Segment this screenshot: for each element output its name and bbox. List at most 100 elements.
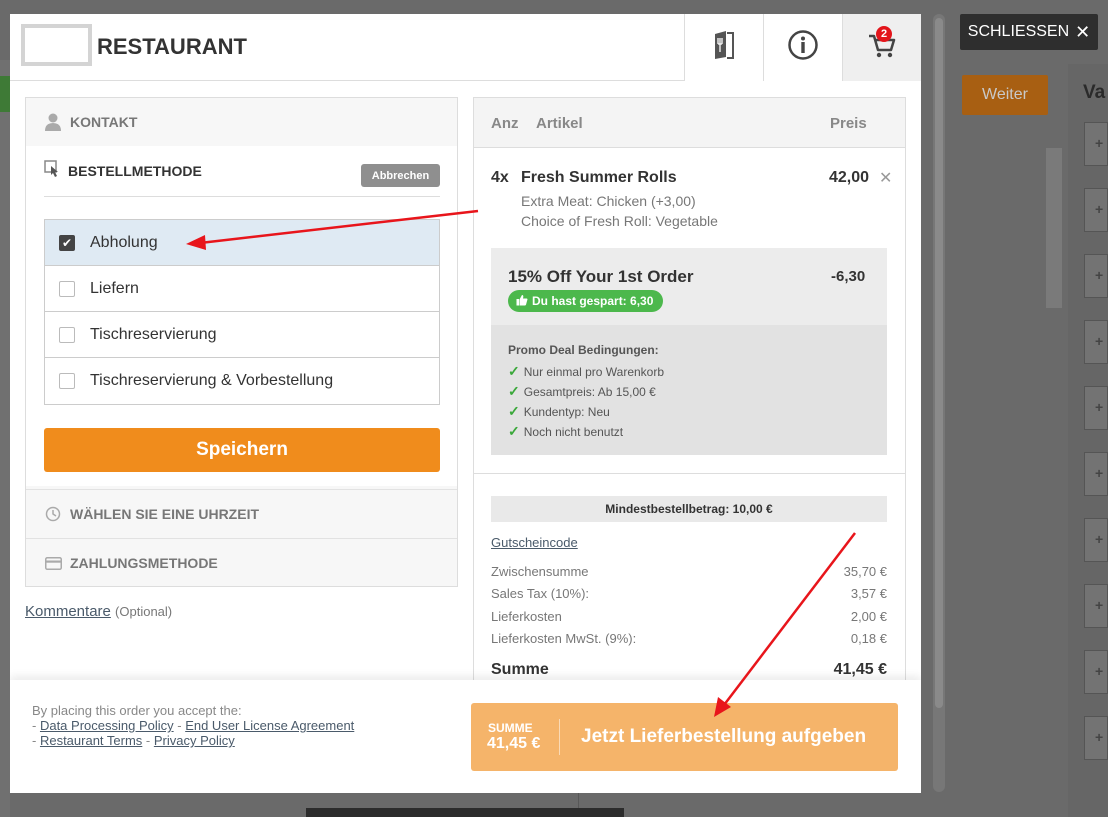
step-kontakt-label: KONTAKT bbox=[70, 114, 138, 130]
row-label: Lieferkosten bbox=[491, 609, 562, 624]
close-label: SCHLIESSEN bbox=[967, 23, 1070, 40]
modal-footer: By placing this order you accept the: - … bbox=[10, 680, 921, 793]
place-order-label: Jetzt Lieferbestellung aufgeben bbox=[581, 726, 867, 747]
step-uhrzeit-label: WÄHLEN SIE EINE UHRZEIT bbox=[70, 506, 260, 522]
checkbox[interactable] bbox=[59, 280, 75, 297]
step-kontakt[interactable]: KONTAKT bbox=[26, 98, 457, 146]
background-bottom-bar bbox=[306, 808, 624, 817]
checkbox-checked[interactable]: ✔ bbox=[59, 234, 75, 251]
background-scrollbar bbox=[1046, 148, 1062, 308]
check-icon: ✓ bbox=[508, 383, 520, 399]
background-weiter-button: Weiter bbox=[962, 75, 1048, 115]
promo-condition: ✓ Nur einmal pro Warenkorb bbox=[508, 363, 664, 380]
option-liefern[interactable]: Liefern bbox=[45, 266, 439, 312]
condition-text: Nur einmal pro Warenkorb bbox=[523, 364, 665, 379]
option-tischreservierung[interactable]: Tischreservierung bbox=[45, 312, 439, 358]
option-label: Tischreservierung bbox=[90, 325, 217, 343]
step-zahlungsmethode[interactable]: ZAHLUNGSMETHODE bbox=[26, 539, 457, 587]
background-green-tab bbox=[0, 76, 10, 112]
order-sum-value: 41,45 € bbox=[487, 735, 541, 752]
row-label: Lieferkosten MwSt. (9%): bbox=[491, 631, 637, 646]
divider bbox=[559, 719, 560, 755]
background-add-button bbox=[1084, 188, 1108, 232]
background-left-strip bbox=[0, 60, 10, 817]
comments-optional: (Optional) bbox=[115, 604, 173, 619]
legal-intro: By placing this order you accept the: bbox=[32, 703, 242, 718]
column-artikel: Artikel bbox=[536, 115, 583, 132]
order-sum-label: SUMME bbox=[488, 721, 533, 735]
cart-panel: Anz Artikel Preis 4x Fresh Summer Rolls … bbox=[473, 97, 906, 697]
save-button[interactable]: Speichern bbox=[44, 428, 440, 472]
cart-button[interactable]: 2 bbox=[842, 14, 921, 81]
divider bbox=[44, 196, 440, 197]
info-icon bbox=[787, 29, 819, 66]
option-abholung[interactable]: ✔ Abholung bbox=[45, 220, 439, 266]
background-add-button bbox=[1084, 650, 1108, 694]
background-add-button bbox=[1084, 452, 1108, 496]
total-value: 41,45 € bbox=[833, 661, 887, 678]
row-label: Zwischensumme bbox=[491, 564, 589, 579]
subtotal-row: Zwischensumme 35,70 € bbox=[491, 564, 887, 579]
data-processing-policy-link[interactable]: Data Processing Policy bbox=[40, 718, 174, 733]
option-tischreservierung-vorbestellung[interactable]: Tischreservierung & Vorbestellung bbox=[45, 358, 439, 404]
column-anz: Anz bbox=[491, 115, 519, 132]
thumbs-up-icon bbox=[516, 294, 528, 309]
checkbox[interactable] bbox=[59, 373, 75, 389]
step-bestellmethode: BESTELLMETHODE bbox=[44, 160, 202, 181]
cancel-button[interactable]: Abbrechen bbox=[361, 164, 440, 187]
checkbox[interactable] bbox=[59, 326, 75, 343]
restaurant-terms-link[interactable]: Restaurant Terms bbox=[40, 733, 142, 748]
item-option: Choice of Fresh Roll: Vegetable bbox=[521, 213, 718, 229]
row-value: 0,18 € bbox=[850, 631, 887, 646]
column-preis: Preis bbox=[830, 115, 867, 132]
cart-header: Anz Artikel Preis bbox=[474, 98, 905, 148]
cart-count-badge: 2 bbox=[876, 26, 892, 42]
background-add-button bbox=[1084, 386, 1108, 430]
promo-condition: ✓ Kundentyp: Neu bbox=[508, 403, 610, 420]
background-right-panel bbox=[1068, 64, 1108, 817]
step-zahlungsmethode-label: ZAHLUNGSMETHODE bbox=[70, 555, 218, 571]
option-label: Abholung bbox=[90, 233, 158, 251]
option-label: Tischreservierung & Vorbestellung bbox=[90, 372, 334, 389]
step-bestellmethode-label: BESTELLMETHODE bbox=[68, 162, 202, 179]
minimum-order-banner: Mindestbestellbetrag: 10,00 € bbox=[491, 496, 887, 522]
promo-title: 15% Off Your 1st Order bbox=[508, 267, 694, 286]
check-icon: ✓ bbox=[508, 423, 520, 439]
remove-item-icon[interactable]: ✕ bbox=[879, 168, 892, 188]
total-row: Summe 41,45 € bbox=[491, 661, 887, 679]
modal-scroll-thumb[interactable] bbox=[935, 18, 943, 708]
background-add-button bbox=[1084, 254, 1108, 298]
option-label: Liefern bbox=[90, 279, 139, 297]
item-name: Fresh Summer Rolls bbox=[521, 169, 677, 186]
step-uhrzeit[interactable]: WÄHLEN SIE EINE UHRZEIT bbox=[26, 490, 457, 538]
condition-text: Gesamtpreis: Ab 15,00 € bbox=[523, 384, 656, 399]
restaurant-name: RESTAURANT bbox=[97, 34, 247, 59]
row-value: 3,57 € bbox=[850, 586, 887, 601]
promo-box: 15% Off Your 1st Order -6,30 Du hast ges… bbox=[491, 248, 887, 455]
menu-book-icon bbox=[712, 30, 736, 65]
voucher-code-link[interactable]: Gutscheincode bbox=[491, 535, 578, 550]
sales-tax-row: Sales Tax (10%): 3,57 € bbox=[491, 586, 887, 601]
promo-conditions-title: Promo Deal Bedingungen: bbox=[508, 343, 659, 357]
row-value: 2,00 € bbox=[850, 609, 887, 624]
total-label: Summe bbox=[491, 661, 549, 678]
comments-link[interactable]: Kommentare bbox=[25, 603, 111, 620]
background-add-button bbox=[1084, 320, 1108, 364]
item-price: 42,00 bbox=[829, 169, 870, 186]
place-order-button[interactable]: SUMME 41,45 € Jetzt Lieferbestellung auf… bbox=[471, 703, 898, 771]
background-add-button bbox=[1084, 584, 1108, 628]
clock-icon bbox=[44, 505, 62, 523]
close-button[interactable]: SCHLIESSEN ✕ bbox=[960, 14, 1098, 50]
privacy-policy-link[interactable]: Privacy Policy bbox=[154, 733, 235, 748]
promo-condition: ✓ Gesamtpreis: Ab 15,00 € bbox=[508, 383, 656, 400]
checkout-steps-panel: KONTAKT BESTELLMETHODE Abbrechen ✔ Abhol… bbox=[25, 97, 458, 587]
info-button[interactable] bbox=[763, 14, 842, 81]
condition-text: Kundentyp: Neu bbox=[523, 404, 610, 419]
promo-amount: -6,30 bbox=[831, 268, 866, 285]
order-method-options: ✔ Abholung Liefern Tischreservierung Tis… bbox=[44, 219, 440, 405]
menu-button[interactable] bbox=[684, 14, 763, 81]
eula-link[interactable]: End User License Agreement bbox=[185, 718, 354, 733]
row-label: Sales Tax (10%): bbox=[491, 586, 590, 601]
legal-text: By placing this order you accept the: - … bbox=[32, 703, 355, 748]
background-heading: Va bbox=[1083, 82, 1106, 103]
